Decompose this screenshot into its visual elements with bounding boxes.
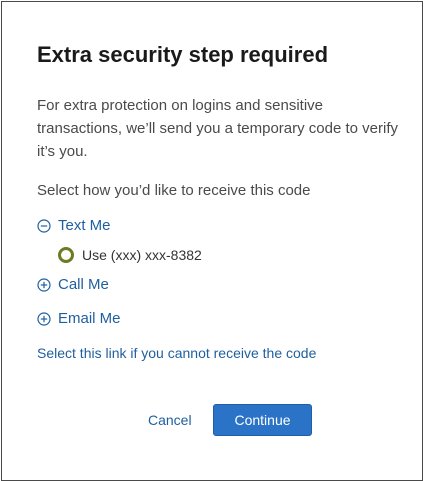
call-me-label: Call Me [58, 276, 109, 293]
email-me-label: Email Me [58, 310, 121, 327]
call-me-option[interactable]: Call Me [37, 276, 109, 293]
phone-number-label: Use (xxx) xxx-8382 [82, 247, 202, 263]
email-me-option[interactable]: Email Me [37, 310, 121, 327]
cancel-button[interactable]: Cancel [148, 412, 192, 428]
text-me-label: Text Me [58, 217, 111, 234]
phone-radio[interactable] [58, 247, 74, 263]
cannot-receive-code-link[interactable]: Select this link if you cannot receive t… [37, 345, 316, 361]
dialog-title: Extra security step required [37, 42, 329, 67]
intro-text: For extra protection on logins and sensi… [37, 97, 399, 160]
minus-circle-icon [37, 218, 51, 233]
phone-number-option[interactable]: Use (xxx) xxx-8382 [58, 247, 202, 263]
select-method-prompt: Select how you’d like to receive this co… [37, 182, 311, 199]
plus-circle-icon [37, 277, 51, 292]
plus-circle-icon [37, 311, 51, 326]
continue-button[interactable]: Continue [213, 404, 312, 436]
text-me-option[interactable]: Text Me [37, 217, 111, 234]
security-dialog: Extra security step required For extra p… [1, 1, 423, 481]
